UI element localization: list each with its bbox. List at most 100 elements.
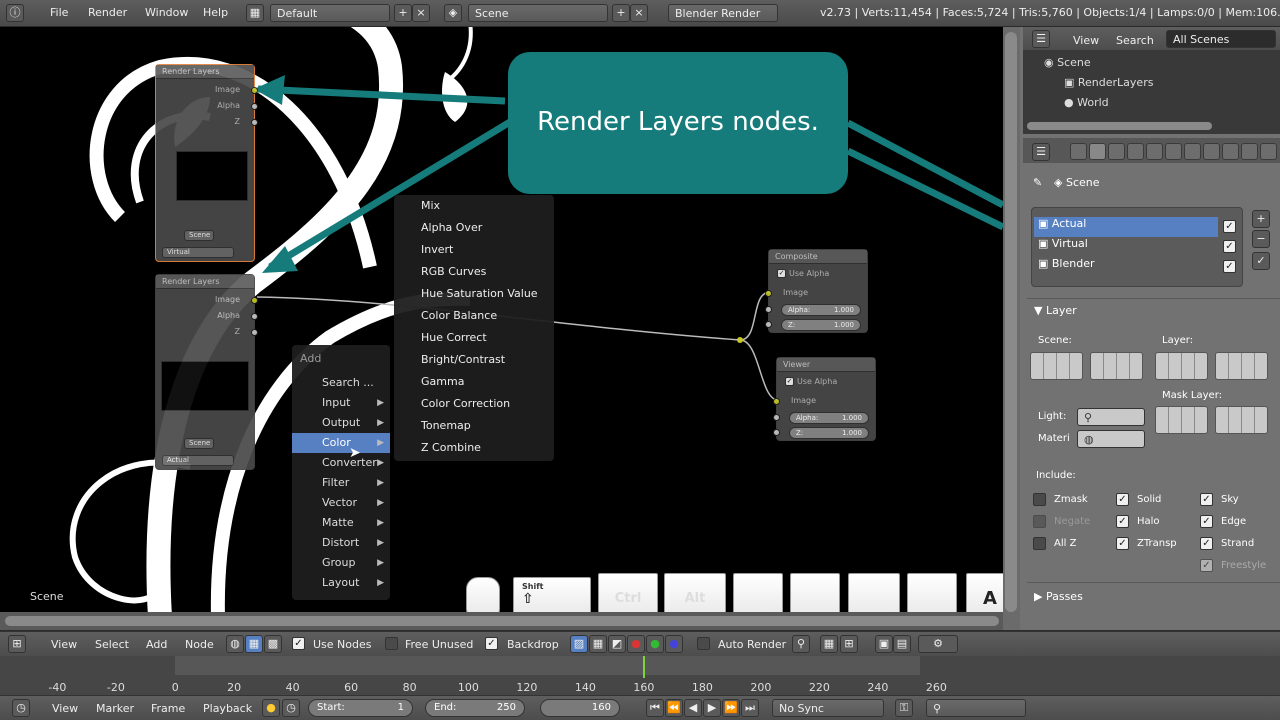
scene-layers-grid[interactable]	[1090, 352, 1143, 380]
layer-layers-grid[interactable]	[1215, 352, 1268, 380]
color-item-gamma[interactable]: Gamma	[394, 371, 554, 393]
horizontal-scroll-thumb[interactable]	[5, 616, 999, 626]
strand-checkbox[interactable]: ✓	[1200, 537, 1213, 550]
menu-item-distort[interactable]: Distort ▶	[292, 533, 390, 553]
node-editor-type-icon[interactable]: ⊞	[8, 635, 26, 653]
scene-add-icon[interactable]: +	[612, 4, 630, 22]
negate-checkbox[interactable]	[1033, 515, 1046, 528]
render-layers-node-virtual[interactable]: Render Layers Image Alpha Z Scene Virtua…	[155, 64, 258, 262]
freestyle-checkbox[interactable]: ✓	[1200, 559, 1213, 572]
render-engine-select[interactable]: Blender Render	[668, 4, 778, 22]
input-z-socket[interactable]	[765, 321, 772, 328]
render-layer-actual[interactable]: ▣ Actual	[1034, 217, 1218, 237]
color-item-hue-correct[interactable]: Hue Correct	[394, 327, 554, 349]
outliner-display-select[interactable]: All Scenes	[1166, 30, 1276, 48]
outliner-menu-search[interactable]: Search	[1116, 34, 1154, 47]
color-item-hue-saturation-value[interactable]: Hue Saturation Value	[394, 283, 554, 305]
solid-checkbox[interactable]: ✓	[1116, 493, 1129, 506]
menu-item-converter[interactable]: Converter ▶	[292, 453, 390, 473]
editor-type-icon[interactable]: ⓘ	[6, 4, 24, 22]
vertical-scroll-thumb[interactable]	[1005, 32, 1017, 612]
color-item-alpha-over[interactable]: Alpha Over	[394, 217, 554, 239]
keying-set-select[interactable]: ⚲	[926, 699, 1026, 717]
menu-item-input[interactable]: Input ▶	[292, 393, 390, 413]
use-layer-icon[interactable]: ✓	[1252, 252, 1270, 270]
node-layer-field[interactable]: Virtual	[162, 247, 234, 258]
keying-set-icon[interactable]: ⚿	[895, 699, 913, 717]
menu-help[interactable]: Help	[203, 6, 228, 19]
node-editor[interactable]: Render Layers Image Alpha Z Scene Virtua…	[0, 27, 1003, 630]
preview-range-icon[interactable]: ◷	[282, 699, 300, 717]
timeline-menu-marker[interactable]: Marker	[96, 702, 134, 715]
paste-nodes-icon[interactable]: ▤	[893, 635, 911, 653]
green-channel-icon[interactable]: ●	[646, 635, 664, 653]
sky-checkbox[interactable]: ✓	[1200, 493, 1213, 506]
free-unused-checkbox[interactable]	[385, 637, 398, 650]
backdrop-color-alpha-icon[interactable]: ▨	[570, 635, 588, 653]
output-alpha-socket[interactable]	[251, 103, 258, 110]
sync-mode-select[interactable]: No Sync	[772, 699, 884, 717]
pin-icon[interactable]: ✎	[1033, 176, 1042, 189]
material-override-field[interactable]: ◍	[1077, 430, 1145, 448]
halo-checkbox[interactable]: ✓	[1116, 515, 1129, 528]
use-nodes-checkbox[interactable]: ✓	[292, 637, 305, 650]
output-z-socket[interactable]	[251, 329, 258, 336]
input-image-socket[interactable]	[773, 398, 780, 405]
backdrop-alpha-icon[interactable]: ▦	[589, 635, 607, 653]
node-layer-field[interactable]: Actual	[162, 455, 234, 466]
physics-tab-icon[interactable]	[1260, 143, 1277, 160]
menu-item-layout[interactable]: Layout ▶	[292, 573, 390, 593]
range-icon[interactable]: ●	[262, 699, 280, 717]
outliner-row-renderlayers[interactable]: ▣ RenderLayers	[1064, 76, 1153, 96]
menu-item-search[interactable]: Search ...	[292, 373, 390, 393]
node-menu-add[interactable]: Add	[146, 638, 167, 651]
properties-editor-icon[interactable]: ☰	[1032, 143, 1050, 161]
jump-keyframe-back-icon[interactable]: ⏪	[665, 699, 683, 717]
use-alpha-checkbox[interactable]: ✓	[785, 377, 794, 386]
menu-item-filter[interactable]: Filter ▶	[292, 473, 390, 493]
output-image-socket[interactable]	[251, 297, 258, 304]
menu-item-group[interactable]: Group ▶	[292, 553, 390, 573]
data-tab-icon[interactable]	[1203, 143, 1220, 160]
menu-render[interactable]: Render	[88, 6, 127, 19]
outliner-editor-icon[interactable]: ☰	[1032, 30, 1050, 48]
blue-channel-icon[interactable]: ●	[665, 635, 683, 653]
timeline-editor-type-icon[interactable]: ◷	[12, 699, 30, 717]
scene-layers-grid[interactable]	[1030, 352, 1083, 380]
snap-icon[interactable]: ⚲	[792, 635, 810, 653]
input-alpha-socket[interactable]	[765, 306, 772, 313]
node-scene-field[interactable]: Scene	[184, 230, 214, 241]
node-menu-view[interactable]: View	[51, 638, 77, 651]
menu-item-matte[interactable]: Matte ▶	[292, 513, 390, 533]
timeline-menu-view[interactable]: View	[52, 702, 78, 715]
snap-element-icon[interactable]: ▦	[820, 635, 838, 653]
layout-add-icon[interactable]: +	[394, 4, 412, 22]
material-tab-icon[interactable]	[1222, 143, 1239, 160]
backdrop-checkbox[interactable]: ✓	[485, 637, 498, 650]
node-menu-node[interactable]: Node	[185, 638, 214, 651]
scene-select[interactable]: Scene	[468, 4, 608, 22]
color-item-bright-contrast[interactable]: Bright/Contrast	[394, 349, 554, 371]
scene-tab-icon[interactable]	[1108, 143, 1125, 160]
layout-grid-icon[interactable]: ▦	[246, 4, 264, 22]
input-image-socket[interactable]	[765, 290, 772, 297]
jump-keyframe-forward-icon[interactable]: ⏩	[722, 699, 740, 717]
world-tab-icon[interactable]	[1127, 143, 1144, 160]
alpha-value-field[interactable]: Alpha: 1.000	[789, 412, 869, 424]
edge-checkbox[interactable]: ✓	[1200, 515, 1213, 528]
texture-tab-icon[interactable]	[1241, 143, 1258, 160]
render-region-icon[interactable]: ⚙	[918, 635, 958, 653]
play-icon[interactable]: ▶	[703, 699, 721, 717]
play-reverse-icon[interactable]: ◀	[684, 699, 702, 717]
color-item-tonemap[interactable]: Tonemap	[394, 415, 554, 437]
layout-remove-icon[interactable]: ×	[412, 4, 430, 22]
use-alpha-checkbox[interactable]: ✓	[777, 269, 786, 278]
ztransp-checkbox[interactable]: ✓	[1116, 537, 1129, 550]
jump-end-icon[interactable]: ⏭	[741, 699, 759, 717]
layer-layers-grid[interactable]	[1155, 352, 1208, 380]
node-menu-select[interactable]: Select	[95, 638, 129, 651]
input-alpha-socket[interactable]	[773, 414, 780, 421]
color-item-invert[interactable]: Invert	[394, 239, 554, 261]
zmask-checkbox[interactable]	[1033, 493, 1046, 506]
layout-select[interactable]: Default	[270, 4, 390, 22]
